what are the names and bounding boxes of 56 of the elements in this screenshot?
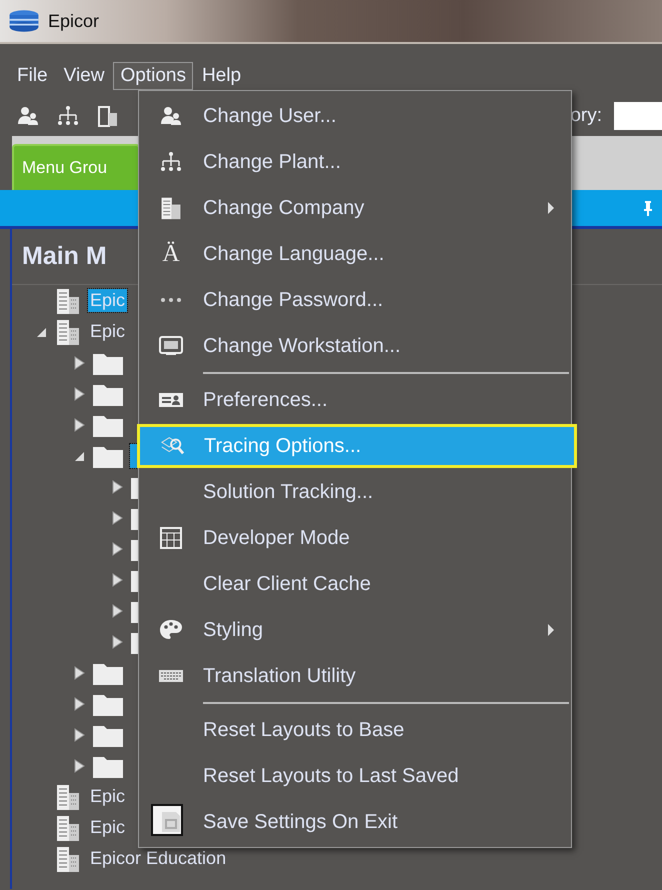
- menu-item[interactable]: Developer Mode: [139, 515, 571, 561]
- menu-item[interactable]: Styling: [139, 607, 571, 653]
- menu-item[interactable]: Ä Change Language...: [139, 231, 571, 277]
- tree-item[interactable]: Epic: [88, 320, 128, 343]
- menu-item[interactable]: Preferences...: [139, 377, 571, 423]
- menu-item[interactable]: Change User...: [139, 93, 571, 139]
- palette-icon: [159, 618, 183, 642]
- menu-item[interactable]: Change Company: [139, 185, 571, 231]
- menu-item[interactable]: Clear Client Cache: [139, 561, 571, 607]
- letter-icon: Ä: [162, 240, 180, 268]
- menu-item[interactable]: Change Workstation...: [139, 323, 571, 369]
- menu-item[interactable]: Options: [113, 62, 193, 90]
- building-icon: [54, 318, 82, 346]
- menu-item[interactable]: File: [10, 62, 55, 90]
- menu-item[interactable]: Reset Layouts to Base: [139, 707, 571, 753]
- menu-item[interactable]: View: [56, 62, 112, 90]
- hierarchy-icon[interactable]: [56, 104, 80, 128]
- menu-item[interactable]: Reset Layouts to Last Saved: [139, 753, 571, 799]
- text-field[interactable]: [614, 102, 662, 130]
- expand-arrow-icon[interactable]: [73, 666, 85, 680]
- grid-window-icon: [159, 526, 183, 550]
- building-icon[interactable]: [96, 104, 120, 128]
- window-title: Epicor: [48, 10, 100, 32]
- building-icon: [54, 286, 82, 314]
- users-icon[interactable]: [16, 104, 40, 128]
- expand-arrow-icon[interactable]: [111, 480, 123, 494]
- users-icon: [159, 104, 183, 128]
- menu-item[interactable]: Translation Utility: [139, 653, 571, 699]
- expand-arrow-icon[interactable]: [111, 572, 123, 586]
- tree-item[interactable]: Epicor Education: [88, 847, 228, 870]
- expand-arrow-icon[interactable]: [73, 728, 85, 742]
- tree-item[interactable]: Epic: [88, 816, 128, 839]
- password-dots-icon: [159, 297, 183, 303]
- expand-arrow-icon[interactable]: [111, 542, 123, 556]
- expand-arrow-icon[interactable]: [73, 758, 85, 772]
- menu-item[interactable]: Help: [194, 62, 248, 90]
- logo-icon: [8, 9, 40, 33]
- expand-arrow-icon[interactable]: [73, 386, 85, 400]
- expand-arrow-icon[interactable]: [73, 696, 85, 710]
- expand-arrow-icon[interactable]: [111, 634, 123, 648]
- menu-item[interactable]: Solution Tracking...: [139, 469, 571, 515]
- menu-item[interactable]: Save Settings On Exit: [139, 799, 571, 845]
- menu-item[interactable]: Change Plant...: [139, 139, 571, 185]
- expand-arrow-icon[interactable]: [111, 510, 123, 524]
- hierarchy-icon: [159, 150, 183, 174]
- monitor-icon: [159, 334, 183, 358]
- building-icon: [54, 844, 82, 872]
- tree-item[interactable]: Epic: [88, 785, 128, 808]
- expand-arrow-icon[interactable]: [73, 418, 85, 432]
- expand-arrow-icon[interactable]: [73, 356, 85, 370]
- field-label: ory:: [570, 105, 602, 127]
- expand-arrow-icon[interactable]: [111, 604, 123, 618]
- building-icon: [54, 782, 82, 810]
- building-icon: [54, 814, 82, 842]
- pin-icon[interactable]: [642, 200, 654, 216]
- building-icon: [159, 196, 183, 220]
